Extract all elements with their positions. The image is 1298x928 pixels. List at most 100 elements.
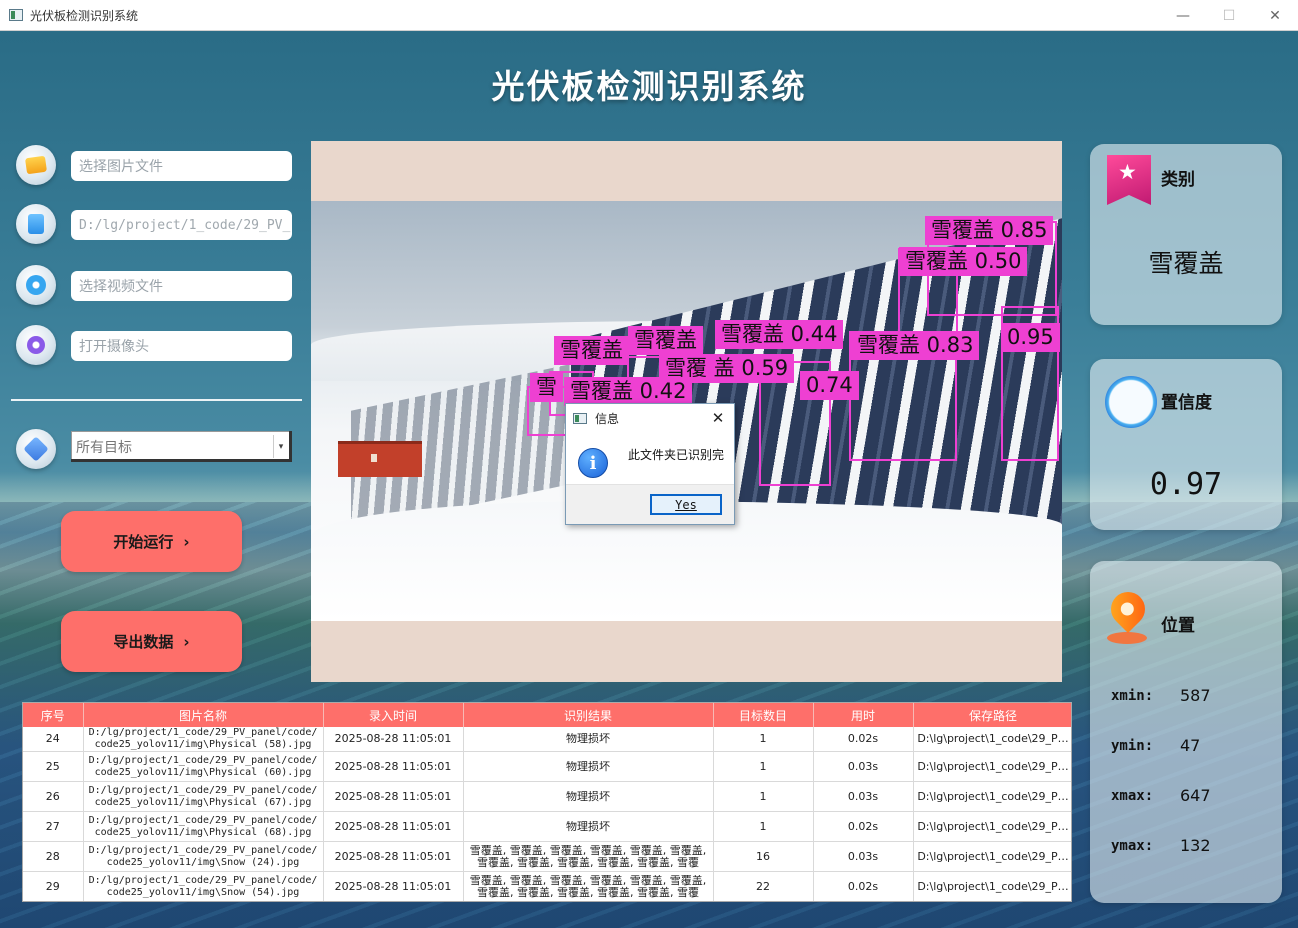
window-titlebar: 光伏板检测识别系统 — ☐ ✕ [0, 0, 1298, 31]
table-row[interactable]: 24 D:/lg/project/1_code/29_PV_panel/code… [23, 727, 1071, 752]
table-cell: 2025-08-28 11:05:01 [323, 781, 464, 812]
table-cell: D:/lg/project/1_code/29_PV_panel/code/co… [83, 727, 324, 752]
yes-button[interactable]: Yes [650, 494, 722, 515]
table-cell: 27 [23, 811, 84, 842]
table-cell: D:/lg/project/1_code/29_PV_panel/code/co… [83, 811, 324, 842]
table-cell: 雪覆盖, 雪覆盖, 雪覆盖, 雪覆盖, 雪覆盖, 雪覆盖, 雪覆盖, 雪覆盖, … [463, 841, 714, 872]
table-cell: 28 [23, 841, 84, 872]
results-table[interactable]: 序号 图片名称 录入时间 识别结果 目标数目 用时 保存路径 24 D:/lg/… [22, 702, 1072, 902]
folder-file-icon[interactable] [16, 204, 56, 244]
minimize-button[interactable]: — [1160, 0, 1206, 31]
table-cell: D:/lg/project/1_code/29_PV_panel/code/co… [83, 781, 324, 812]
start-button[interactable]: 开始运行 › [61, 511, 242, 572]
table-cell: D:/lg/project/1_code/29_PV_panel/code/co… [83, 841, 324, 872]
column-header[interactable]: 目标数目 [713, 703, 814, 727]
maximize-button[interactable]: ☐ [1206, 0, 1252, 31]
table-cell: 0.03s [813, 751, 914, 782]
info-icon: i [578, 448, 608, 478]
chevron-right-icon: › [183, 632, 190, 651]
dialog-footer: Yes [566, 484, 734, 524]
table-cell: D:\lg\project\1_code\29_P… [913, 781, 1071, 812]
column-header[interactable]: 序号 [23, 703, 84, 727]
bookmark-star-icon [1107, 155, 1151, 205]
xmax-value: 647 [1180, 786, 1211, 805]
column-header[interactable]: 用时 [813, 703, 914, 727]
table-cell: 2025-08-28 11:05:01 [323, 841, 464, 872]
dialog-titlebar: 信息 ✕ [566, 404, 734, 432]
column-header[interactable]: 保存路径 [913, 703, 1071, 727]
export-button[interactable]: 导出数据 › [61, 611, 242, 672]
divider [11, 399, 302, 401]
detection-label: 雪覆盖 0.50 [899, 247, 1028, 276]
table-cell: 26 [23, 781, 84, 812]
result-text: 物理损坏 [566, 733, 610, 745]
position-card: 位置 xmin: 587 ymin: 47 xmax: 647 ymax: 13… [1090, 561, 1282, 903]
detection-label: 雪覆盖 0.83 [851, 331, 980, 360]
detection-label: 雪 [530, 373, 563, 402]
close-icon[interactable]: ✕ [706, 406, 730, 430]
table-cell: 物理损坏 [463, 811, 714, 842]
save-path-text: D:\lg\project\1_code\29_P… [917, 733, 1069, 745]
xmax-label: xmax: [1111, 788, 1154, 804]
position-label: 位置 [1161, 616, 1195, 636]
target-select[interactable]: 所有目标 ▾ [71, 431, 292, 462]
table-row[interactable]: 25 D:/lg/project/1_code/29_PV_panel/code… [23, 751, 1071, 782]
table-cell: D:\lg\project\1_code\29_P… [913, 727, 1071, 752]
table-cell: 16 [713, 841, 814, 872]
table-cell: 29 [23, 871, 84, 901]
table-cell: 0.02s [813, 727, 914, 752]
table-cell: 物理损坏 [463, 781, 714, 812]
table-cell: 2025-08-28 11:05:01 [323, 811, 464, 842]
chevron-down-icon[interactable]: ▾ [273, 435, 288, 458]
column-header[interactable]: 识别结果 [463, 703, 714, 727]
ymin-row: ymin: 47 [1111, 736, 1200, 755]
image-file-input[interactable]: 选择图片文件 [71, 151, 292, 181]
image-name-text: D:/lg/project/1_code/29_PV_panel/code/co… [88, 727, 318, 750]
column-header[interactable]: 录入时间 [323, 703, 464, 727]
ymax-value: 132 [1180, 836, 1211, 855]
xmin-label: xmin: [1111, 688, 1154, 704]
dialog-message: 此文件夹已识别完 [628, 448, 725, 462]
table-cell: D:\lg\project\1_code\29_P… [913, 751, 1071, 782]
detection-label: 0.74 [800, 371, 859, 400]
table-header: 序号 图片名称 录入时间 识别结果 目标数目 用时 保存路径 [23, 703, 1071, 727]
video-file-input[interactable]: 选择视频文件 [71, 271, 292, 301]
image-name-text: D:/lg/project/1_code/29_PV_panel/code/co… [88, 784, 318, 808]
category-value: 雪覆盖 [1148, 249, 1224, 278]
save-path-text: D:\lg\project\1_code\29_P… [917, 820, 1069, 833]
table-cell: 物理损坏 [463, 727, 714, 752]
table-row[interactable]: 28 D:/lg/project/1_code/29_PV_panel/code… [23, 841, 1071, 872]
app-icon [9, 9, 23, 21]
confidence-label: 置信度 [1161, 393, 1212, 413]
table-cell: 24 [23, 727, 84, 752]
column-header[interactable]: 图片名称 [83, 703, 324, 727]
save-path-text: D:\lg\project\1_code\29_P… [917, 760, 1069, 773]
result-text: 雪覆盖, 雪覆盖, 雪覆盖, 雪覆盖, 雪覆盖, 雪覆盖, 雪覆盖, 雪覆盖, … [469, 844, 707, 869]
image-name-text: D:/lg/project/1_code/29_PV_panel/code/co… [88, 874, 318, 898]
export-button-label: 导出数据 [113, 633, 174, 651]
close-window-button[interactable]: ✕ [1252, 0, 1298, 31]
result-text: 物理损坏 [566, 820, 610, 833]
image-name-text: D:/lg/project/1_code/29_PV_panel/code/co… [88, 814, 318, 838]
window-title: 光伏板检测识别系统 [30, 9, 139, 23]
table-cell: D:/lg/project/1_code/29_PV_panel/code/co… [83, 871, 324, 901]
table-cell: 2025-08-28 11:05:01 [323, 871, 464, 901]
table-cell: 1 [713, 811, 814, 842]
xmax-row: xmax: 647 [1111, 786, 1211, 805]
result-text: 物理损坏 [566, 790, 610, 803]
table-cell: D:\lg\project\1_code\29_P… [913, 811, 1071, 842]
xmin-row: xmin: 587 [1111, 686, 1211, 705]
detection-label: 雪覆盖 0.42 [564, 377, 693, 406]
image-folder-icon[interactable] [16, 145, 56, 185]
camera-input[interactable]: 打开摄像头 [71, 331, 292, 361]
category-label: 类别 [1161, 170, 1195, 190]
detection-label: 雪覆盖 [628, 326, 703, 355]
folder-path-input[interactable]: D:/lg/project/1_code/29_PV_ [71, 210, 292, 240]
chevron-right-icon: › [183, 532, 190, 551]
camera-icon[interactable] [16, 325, 56, 365]
table-row[interactable]: 27 D:/lg/project/1_code/29_PV_panel/code… [23, 811, 1071, 842]
table-row[interactable]: 26 D:/lg/project/1_code/29_PV_panel/code… [23, 781, 1071, 812]
video-icon[interactable] [16, 265, 56, 305]
dialog-title: 信息 [595, 412, 620, 426]
table-row[interactable]: 29 D:/lg/project/1_code/29_PV_panel/code… [23, 871, 1071, 901]
